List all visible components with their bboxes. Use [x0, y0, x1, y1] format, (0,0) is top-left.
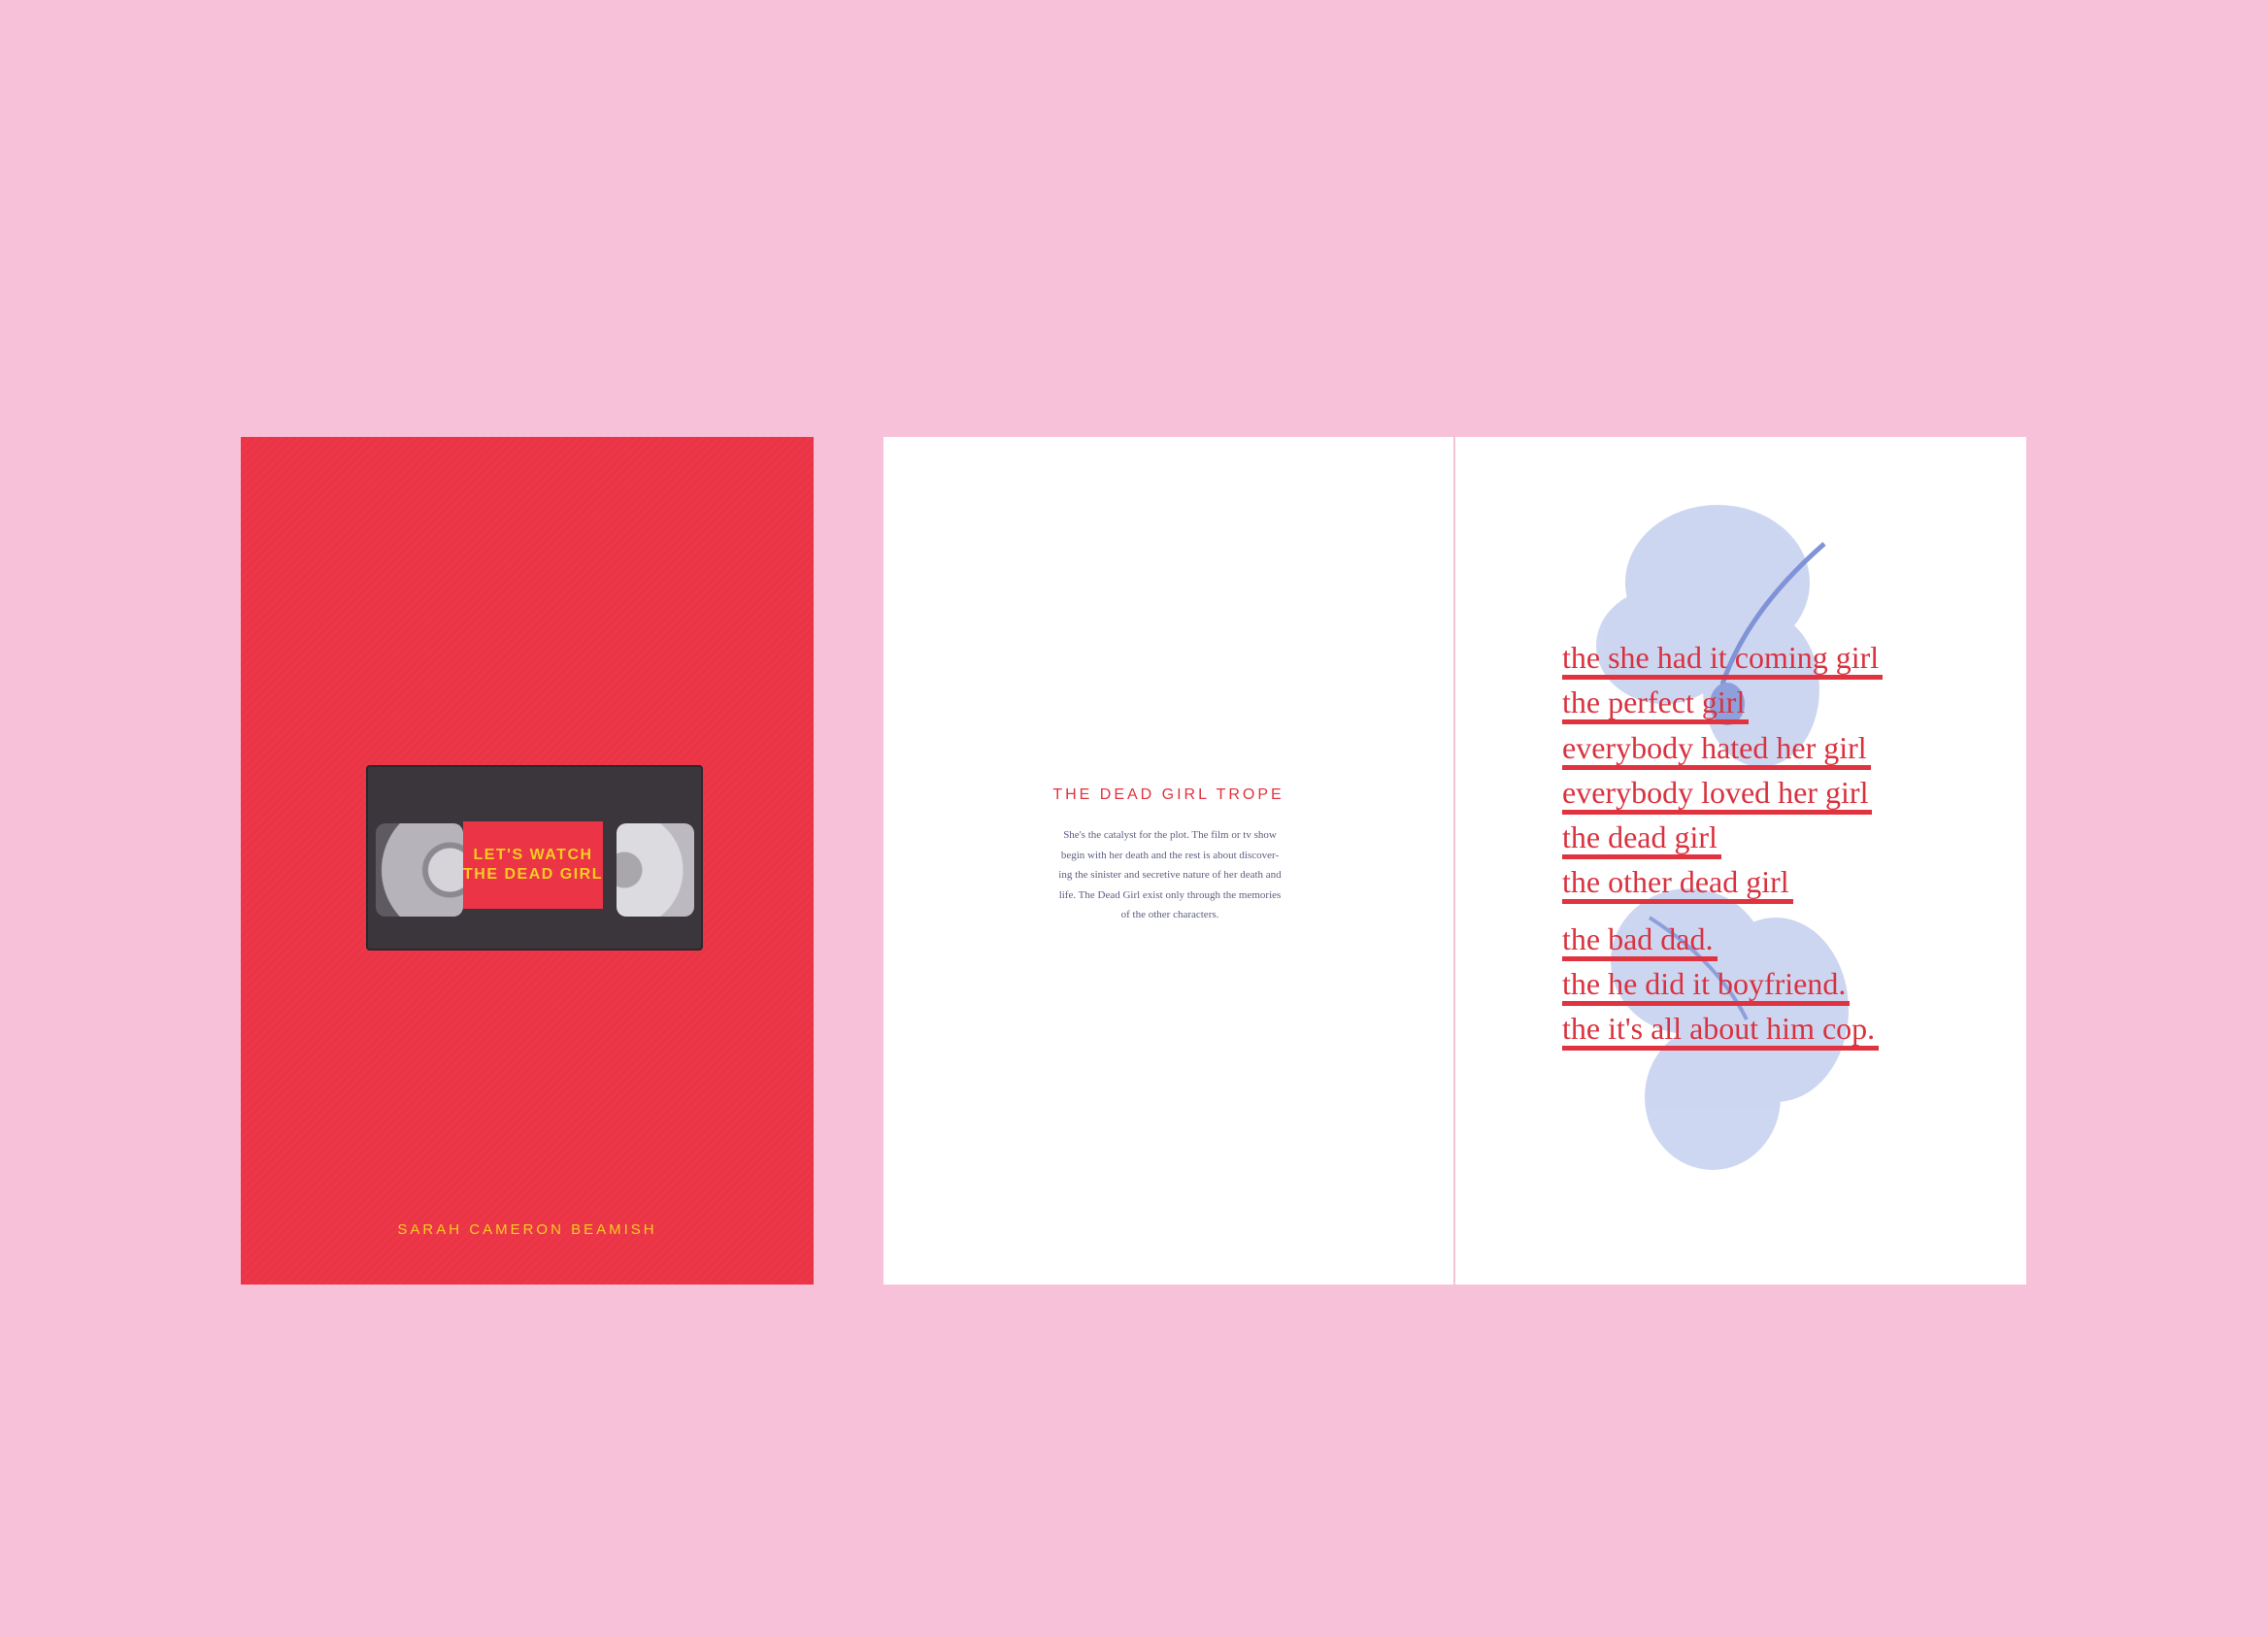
trope-list: the she had it coming girl the perfect g…: [1562, 639, 1884, 1055]
right-spread-page: the she had it coming girl the perfect g…: [1455, 437, 2026, 1285]
tape-reel-left: [376, 823, 463, 917]
trope-item: the he did it boyfriend.: [1562, 966, 1851, 1007]
trope-item: everybody hated her girl: [1562, 730, 1871, 770]
vhs-label: LET'S WATCH THE DEAD GIRL: [463, 821, 603, 909]
body-line: She's the catalyst for the plot. The fil…: [1063, 829, 1277, 841]
tape-reel-right: [617, 823, 694, 917]
trope-item: the she had it coming girl: [1562, 640, 1884, 680]
trope-item: the it's all about him cop.: [1562, 1011, 1880, 1052]
body-text: She's the catalyst for the plot. The fil…: [1039, 825, 1301, 925]
trope-item: the other dead girl: [1562, 864, 1793, 905]
trope-item: the bad dad.: [1562, 921, 1718, 961]
page-title: THE DEAD GIRL TROPE: [1052, 786, 1284, 803]
trope-item: the perfect girl: [1562, 685, 1750, 725]
author-name: SARAH CAMERON BEAMISH: [397, 1221, 657, 1238]
body-line: life. The Dead Girl exist only through t…: [1058, 888, 1282, 901]
trope-item: everybody loved her girl: [1562, 775, 1873, 815]
vhs-tape-illustration: LET'S WATCH THE DEAD GIRL: [366, 765, 703, 951]
body-line: of the other characters.: [1120, 909, 1219, 920]
body-line: begin with her death and the rest is abo…: [1060, 849, 1280, 861]
book-cover: LET'S WATCH THE DEAD GIRL SARAH CAMERON …: [241, 437, 814, 1285]
trope-item: the dead girl: [1562, 819, 1721, 860]
left-spread-page: THE DEAD GIRL TROPE She's the catalyst f…: [884, 437, 1453, 1285]
cover-title-line: THE DEAD GIRL: [463, 866, 603, 883]
body-line: ing the sinister and secretive nature of…: [1058, 869, 1282, 881]
cover-title-line: LET'S WATCH: [473, 847, 593, 863]
